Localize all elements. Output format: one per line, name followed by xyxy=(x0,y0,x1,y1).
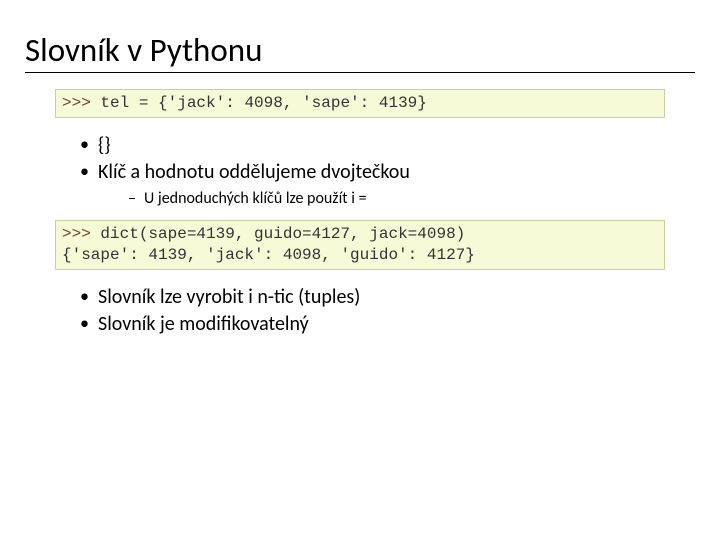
code-output: {'sape': 4139, 'jack': 4098, 'guido': 41… xyxy=(62,246,475,264)
code-example-1: >>> tel = {'jack': 4098, 'sape': 4139} xyxy=(55,89,665,118)
list-item: U jednoduchých klíčů lze použít i = xyxy=(128,188,695,210)
bullet-text: Klíč a hodnotu oddělujeme dvojtečkou xyxy=(98,160,410,184)
bullet-list-2: Slovník lze vyrobit i n-tic (tuples) Slo… xyxy=(25,284,695,338)
list-item: Slovník lze vyrobit i n-tic (tuples) xyxy=(80,284,695,311)
bullet-text: Slovník je modifikovatelný xyxy=(98,312,309,336)
repl-prompt: >>> xyxy=(62,94,91,112)
code-row: >>> dict(sape=4139, guido=4127, jack=409… xyxy=(62,224,658,245)
page-title: Slovník v Pythonu xyxy=(25,30,695,73)
slide: Slovník v Pythonu >>> tel = {'jack': 409… xyxy=(0,0,720,358)
bullet-text: {} xyxy=(98,133,111,157)
sub-bullet-text: U jednoduchých klíčů lze použít i = xyxy=(144,189,367,208)
bullet-text: Slovník lze vyrobit i n-tic (tuples) xyxy=(98,285,360,309)
list-item: Klíč a hodnotu oddělujeme dvojtečkou U j… xyxy=(80,159,695,210)
code-line: dict(sape=4139, guido=4127, jack=4098) xyxy=(91,225,465,243)
sub-list: U jednoduchých klíčů lze použít i = xyxy=(98,188,695,210)
code-row: {'sape': 4139, 'jack': 4098, 'guido': 41… xyxy=(62,245,658,266)
code-example-2: >>> dict(sape=4139, guido=4127, jack=409… xyxy=(55,220,665,270)
bullet-list-1: {} Klíč a hodnotu oddělujeme dvojtečkou … xyxy=(25,132,695,210)
list-item: {} xyxy=(80,132,695,159)
code-line: tel = {'jack': 4098, 'sape': 4139} xyxy=(91,94,427,112)
list-item: Slovník je modifikovatelný xyxy=(80,311,695,338)
repl-prompt: >>> xyxy=(62,225,91,243)
